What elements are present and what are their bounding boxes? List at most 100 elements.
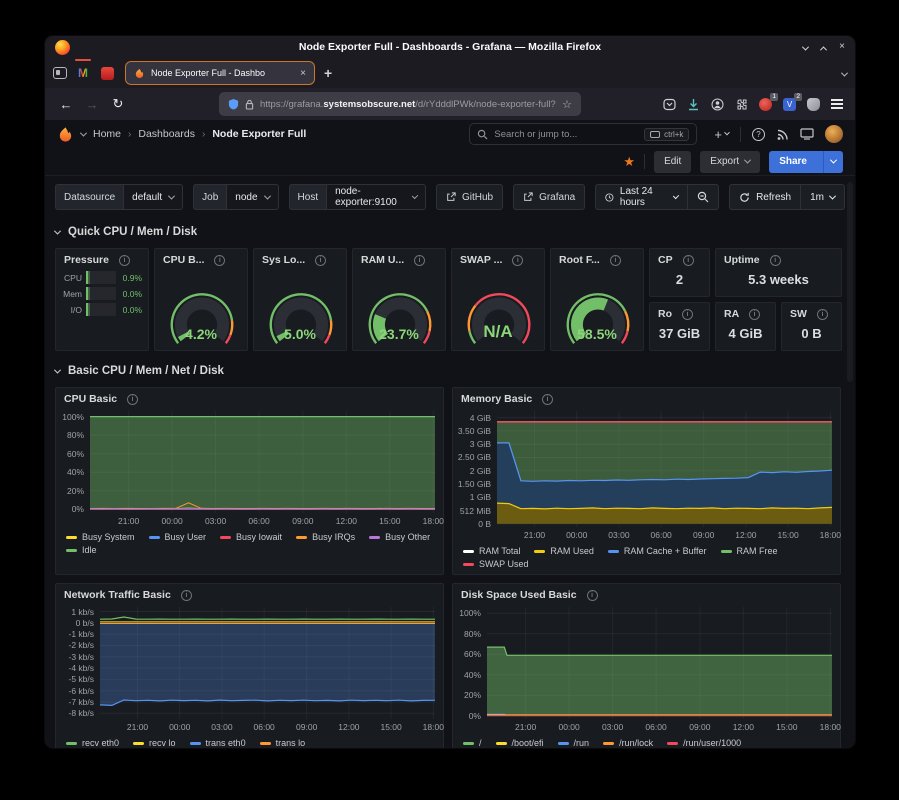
legend-item[interactable]: RAM Used [534, 546, 594, 556]
export-button[interactable]: Export [700, 151, 760, 173]
info-icon[interactable] [542, 394, 553, 405]
account-icon[interactable] [711, 98, 724, 111]
host-variable[interactable]: Host node-exporter:9100 [289, 184, 426, 210]
legend-item[interactable]: / [463, 738, 482, 748]
breadcrumb-dashboards[interactable]: Dashboards [138, 128, 195, 140]
legend-item[interactable]: recv eth0 [66, 738, 119, 748]
legend-item[interactable]: RAM Total [463, 546, 520, 556]
legend-item[interactable]: Busy Other [369, 532, 430, 542]
add-button[interactable]: + [714, 127, 729, 142]
plot-area[interactable] [497, 411, 832, 527]
section-quick-cpu-mem-disk[interactable]: Quick CPU / Mem / Disk [55, 220, 845, 244]
x-tick-label: 12:00 [338, 722, 359, 732]
firefox-view-icon[interactable] [53, 67, 67, 79]
legend-item[interactable]: Idle [66, 545, 97, 555]
legend-item[interactable]: Busy User [149, 532, 207, 542]
zoom-out-button[interactable] [688, 184, 719, 210]
download-icon[interactable] [687, 98, 700, 111]
share-button[interactable]: Share [769, 151, 843, 173]
legend-item[interactable]: RAM Free [721, 546, 778, 556]
window-maximize-button[interactable] [821, 38, 826, 56]
panel-root-fs-used: Root F... 58.5% [550, 248, 644, 351]
back-button[interactable]: ← [57, 97, 75, 112]
info-icon[interactable] [749, 309, 760, 320]
tv-icon[interactable] [800, 128, 814, 140]
plot-area[interactable] [487, 607, 832, 719]
scrollbar[interactable] [847, 182, 853, 382]
org-switcher-chevron-icon[interactable] [80, 129, 87, 136]
url-text[interactable]: https://grafana.systemsobscure.net/d/rYd… [260, 99, 556, 110]
pinned-tab-red[interactable] [99, 58, 116, 88]
legend-item[interactable]: trans lo [260, 738, 306, 748]
bookmark-star-icon[interactable]: ☆ [562, 98, 572, 111]
user-avatar[interactable] [825, 125, 843, 143]
tab-close-icon[interactable]: × [300, 68, 306, 79]
x-tick-label: 09:00 [689, 722, 710, 732]
breadcrumb-home[interactable]: Home [93, 128, 121, 140]
legend-item[interactable]: RAM Cache + Buffer [608, 546, 707, 556]
info-icon[interactable] [817, 309, 828, 320]
section-basic-cpu-mem-net-disk[interactable]: Basic CPU / Mem / Net / Disk [55, 359, 845, 383]
x-tick-label: 06:00 [254, 722, 275, 732]
forward-button[interactable]: → [83, 97, 101, 112]
pocket-icon[interactable] [663, 98, 676, 111]
new-tab-button[interactable]: + [324, 65, 332, 81]
legend-item[interactable]: /run/user/1000 [667, 738, 741, 748]
legend-item[interactable]: SWAP Used [463, 559, 529, 569]
info-icon[interactable] [181, 590, 192, 601]
info-icon[interactable] [119, 255, 130, 266]
extension-blue[interactable]: 2 [783, 98, 796, 111]
grafana-link-button[interactable]: Grafana [513, 184, 585, 210]
legend-item[interactable]: trans eth0 [190, 738, 246, 748]
gray-extension-icon[interactable] [807, 98, 820, 111]
extension-red[interactable]: 1 [759, 98, 772, 111]
window-close-button[interactable]: × [839, 42, 845, 52]
pinned-tab-gmail[interactable]: M [76, 58, 90, 88]
legend-item[interactable]: Busy System [66, 532, 135, 542]
info-icon[interactable] [315, 255, 326, 266]
refresh-button[interactable]: Refresh [729, 184, 801, 210]
plot-area[interactable] [90, 411, 435, 513]
stat-panels-group: CP 2 Uptime 5.3 weeks Ro 37 GiB [649, 248, 842, 351]
info-icon[interactable] [683, 255, 694, 266]
job-variable[interactable]: Job node [193, 184, 278, 210]
plot-area[interactable] [100, 607, 435, 719]
y-tick-label: 0% [72, 504, 84, 514]
edit-button[interactable]: Edit [654, 151, 691, 173]
info-icon[interactable] [587, 590, 598, 601]
info-icon[interactable] [127, 394, 138, 405]
datasource-variable[interactable]: Datasource default [55, 184, 183, 210]
legend-item[interactable]: /run/lock [603, 738, 653, 748]
y-tick-label: 40% [67, 467, 84, 477]
extensions-icon[interactable] [735, 98, 748, 111]
search-input[interactable]: Search or jump to... ctrl+k [469, 123, 697, 145]
favorite-star-icon[interactable]: ★ [623, 154, 635, 170]
share-options-chevron-icon[interactable] [823, 151, 843, 173]
tab-list-chevron-icon[interactable] [842, 64, 847, 82]
info-icon[interactable] [414, 255, 425, 266]
news-icon[interactable] [776, 128, 789, 141]
info-icon[interactable] [512, 255, 523, 266]
legend-item[interactable]: Busy IRQs [296, 532, 355, 542]
lock-icon[interactable] [245, 99, 254, 110]
legend-item[interactable]: recv lo [133, 738, 176, 748]
reload-button[interactable]: ↻ [109, 96, 127, 112]
legend-item[interactable]: /run [558, 738, 590, 748]
window-minimize-button[interactable] [803, 38, 808, 56]
github-link-button[interactable]: GitHub [436, 184, 503, 210]
info-icon[interactable] [682, 309, 693, 320]
legend-item[interactable]: /boot/efi [496, 738, 544, 748]
info-icon[interactable] [214, 255, 225, 266]
time-range-picker[interactable]: Last 24 hours [595, 184, 688, 210]
help-icon[interactable] [752, 128, 765, 141]
active-tab[interactable]: Node Exporter Full - Dashbo × [125, 61, 315, 85]
url-bar[interactable]: https://grafana.systemsobscure.net/d/rYd… [219, 92, 581, 116]
refresh-interval-dropdown[interactable]: 1m [801, 184, 845, 210]
tracking-shield-icon[interactable] [228, 98, 239, 110]
grafana-logo-icon[interactable] [57, 126, 74, 143]
menu-icon[interactable] [831, 99, 843, 109]
legend-item[interactable]: Busy Iowait [220, 532, 282, 542]
stat-value: 2 [650, 268, 709, 296]
info-icon[interactable] [610, 255, 621, 266]
info-icon[interactable] [770, 255, 781, 266]
